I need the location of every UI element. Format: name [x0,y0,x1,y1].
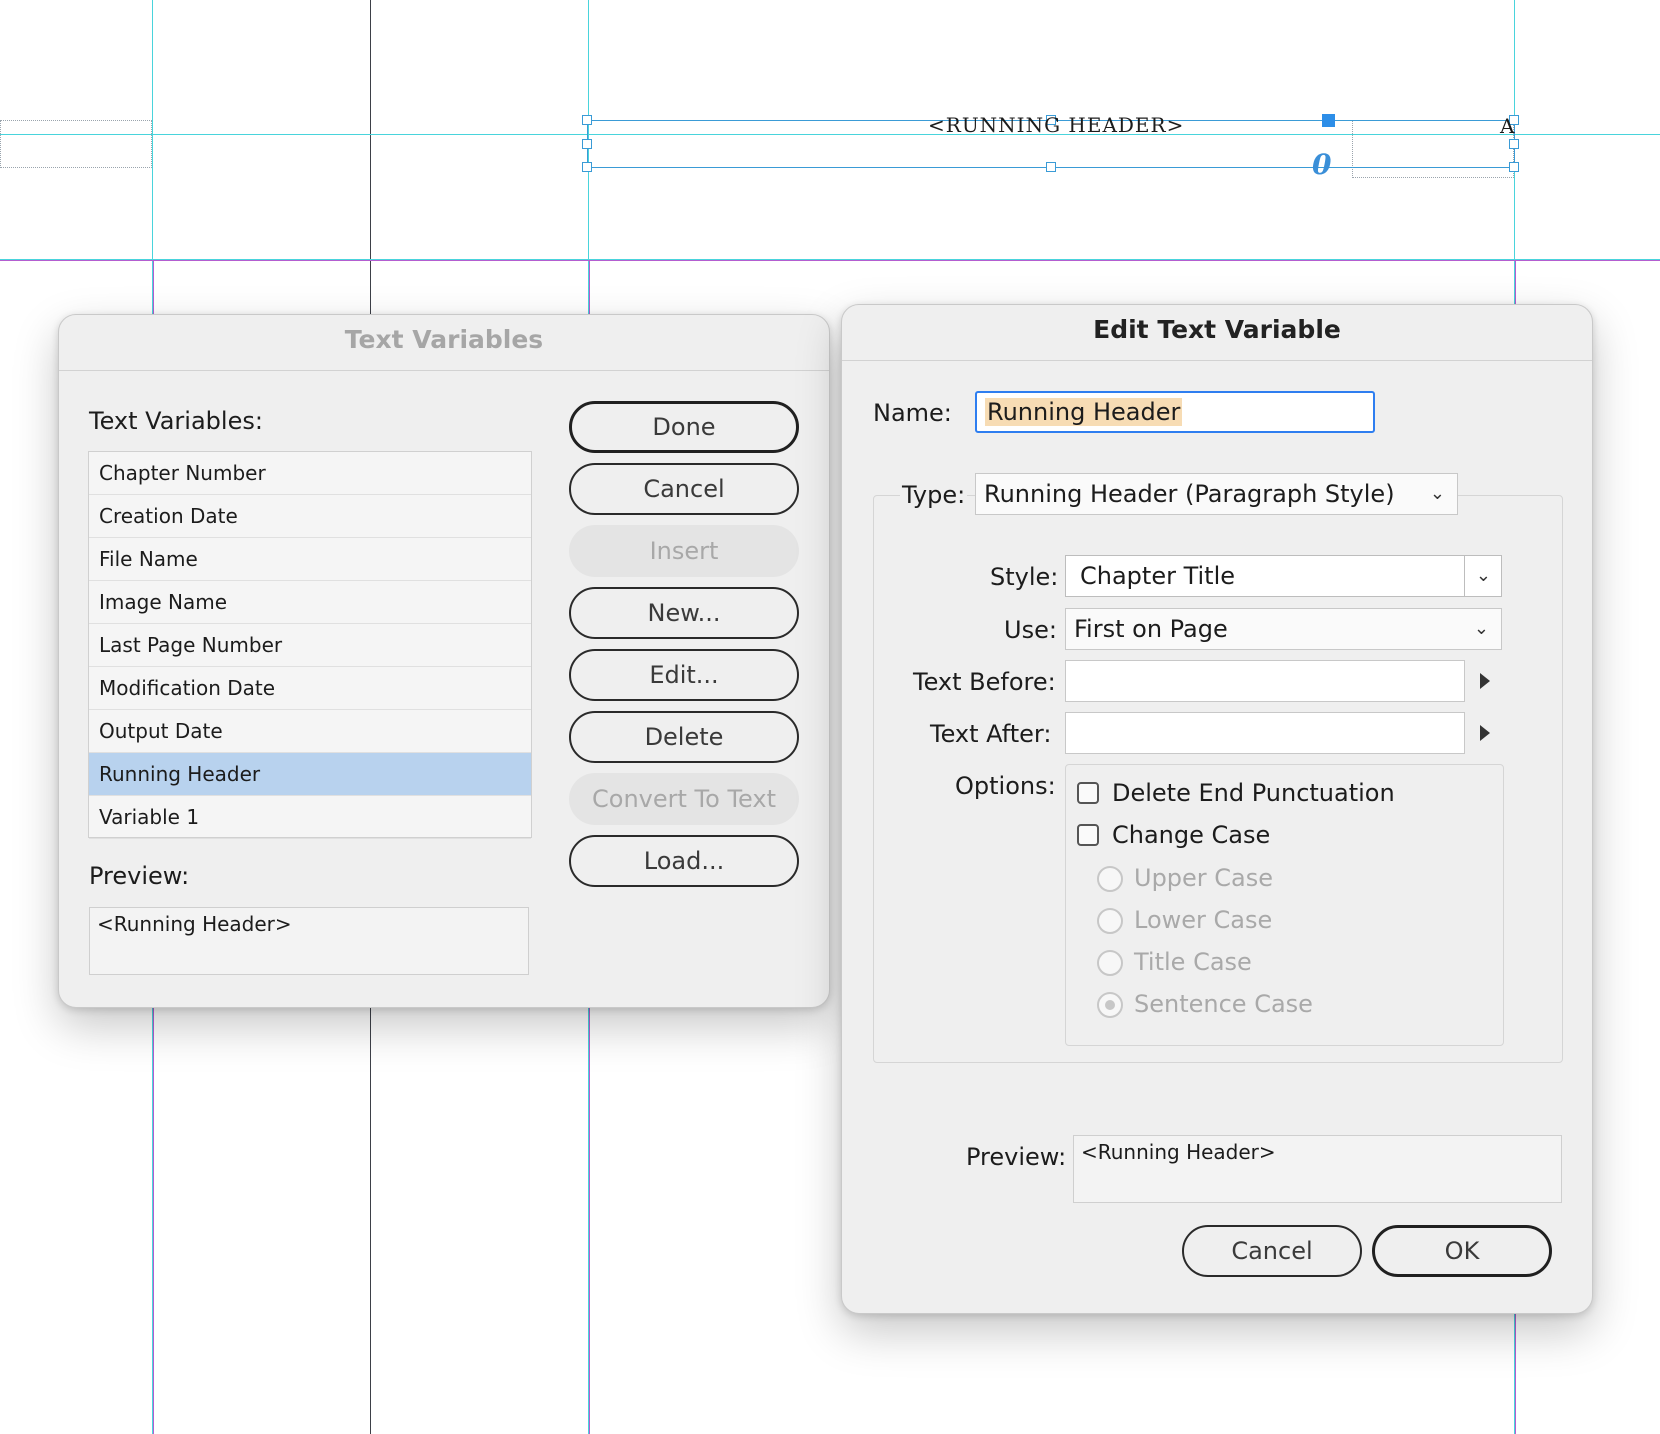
list-item-selected[interactable]: Running Header [89,753,531,796]
left-text-frame [0,120,152,168]
style-dropdown-divider [1464,556,1465,596]
style-select[interactable]: Chapter Title ⌄ [1065,555,1502,597]
overset-frame [1352,120,1514,178]
title-case-label: Title Case [1134,948,1252,976]
delete-end-punctuation-checkbox[interactable] [1077,782,1099,804]
upper-case-label: Upper Case [1134,864,1274,892]
resize-handle[interactable] [582,115,592,125]
chevron-down-icon: ⌄ [1429,483,1445,504]
load-button[interactable]: Load... [569,835,799,887]
type-select[interactable]: Running Header (Paragraph Style) ⌄ [975,473,1458,515]
new-button[interactable]: New... [569,587,799,639]
sentence-case-radio[interactable] [1097,992,1123,1018]
sentence-case-label: Sentence Case [1134,990,1313,1018]
preview-box: <Running Header> [89,907,529,975]
name-input-value: Running Header [985,398,1183,426]
list-item[interactable]: Modification Date [89,667,531,710]
style-select-value: Chapter Title [1080,562,1236,590]
edit-text-variable-dialog: Edit Text Variable Name: Running Header … [841,304,1593,1314]
variables-list[interactable]: Chapter Number Creation Date File Name I… [88,451,532,839]
list-item[interactable]: File Name [89,538,531,581]
name-input[interactable]: Running Header [975,391,1375,433]
type-label: Type: [900,481,968,509]
title-separator [59,370,829,371]
edit-button[interactable]: Edit... [569,649,799,701]
preview-text: <Running Header> [1081,1140,1276,1164]
done-button[interactable]: Done [569,401,799,453]
title-case-radio[interactable] [1097,950,1123,976]
chevron-down-icon[interactable]: ⌄ [1476,556,1491,596]
overset-text-icon[interactable]: 0 [1312,148,1331,181]
use-select[interactable]: First on Page ⌄ [1065,608,1502,650]
change-case-checkbox[interactable] [1077,824,1099,846]
convert-to-text-button[interactable]: Convert To Text [569,773,799,825]
dialog-title: Edit Text Variable [1093,315,1341,344]
text-before-input[interactable] [1065,660,1465,702]
use-select-value: First on Page [1074,615,1228,643]
running-header-text: <RUNNING HEADER> [928,113,1185,137]
name-label: Name: [873,399,952,427]
list-item[interactable]: Last Page Number [89,624,531,667]
preview-label: Preview: [89,862,190,890]
list-item[interactable]: Variable 1 [89,796,531,839]
use-label: Use: [1004,616,1057,644]
resize-handle[interactable] [1509,162,1519,172]
text-after-input[interactable] [1065,712,1465,754]
list-item[interactable]: Output Date [89,710,531,753]
lower-case-radio[interactable] [1097,908,1123,934]
resize-handle[interactable] [1046,162,1056,172]
type-select-value: Running Header (Paragraph Style) [984,480,1395,508]
frame-character: A [1500,114,1515,138]
list-item[interactable]: Image Name [89,581,531,624]
resize-handle[interactable] [582,162,592,172]
change-case-label: Change Case [1112,821,1271,849]
style-label: Style: [990,563,1059,591]
chevron-down-icon: ⌄ [1473,618,1489,639]
options-label: Options: [955,772,1056,800]
delete-end-punctuation-label: Delete End Punctuation [1112,779,1395,807]
text-variables-dialog: Text Variables Text Variables: Chapter N… [58,314,830,1008]
list-item[interactable]: Chapter Number [89,452,531,495]
preview-text: <Running Header> [97,912,292,936]
cancel-button[interactable]: Cancel [569,463,799,515]
ok-button[interactable]: OK [1372,1225,1552,1277]
title-separator [842,360,1592,361]
preview-label: Preview: [966,1143,1067,1171]
margin-guide [0,260,1660,261]
text-before-label: Text Before: [913,668,1056,696]
dialog-title: Text Variables [344,325,544,354]
preview-box: <Running Header> [1073,1135,1562,1203]
upper-case-radio[interactable] [1097,866,1123,892]
lower-case-label: Lower Case [1134,906,1273,934]
insert-special-character-icon[interactable] [1480,673,1490,689]
delete-button[interactable]: Delete [569,711,799,763]
text-variables-label: Text Variables: [89,407,263,435]
resize-handle[interactable] [582,139,592,149]
content-grabber[interactable] [1322,114,1335,127]
text-after-label: Text After: [930,720,1052,748]
cancel-button[interactable]: Cancel [1182,1225,1362,1277]
insert-button[interactable]: Insert [569,525,799,577]
list-item[interactable]: Creation Date [89,495,531,538]
insert-special-character-icon[interactable] [1480,725,1490,741]
resize-handle[interactable] [1509,139,1519,149]
